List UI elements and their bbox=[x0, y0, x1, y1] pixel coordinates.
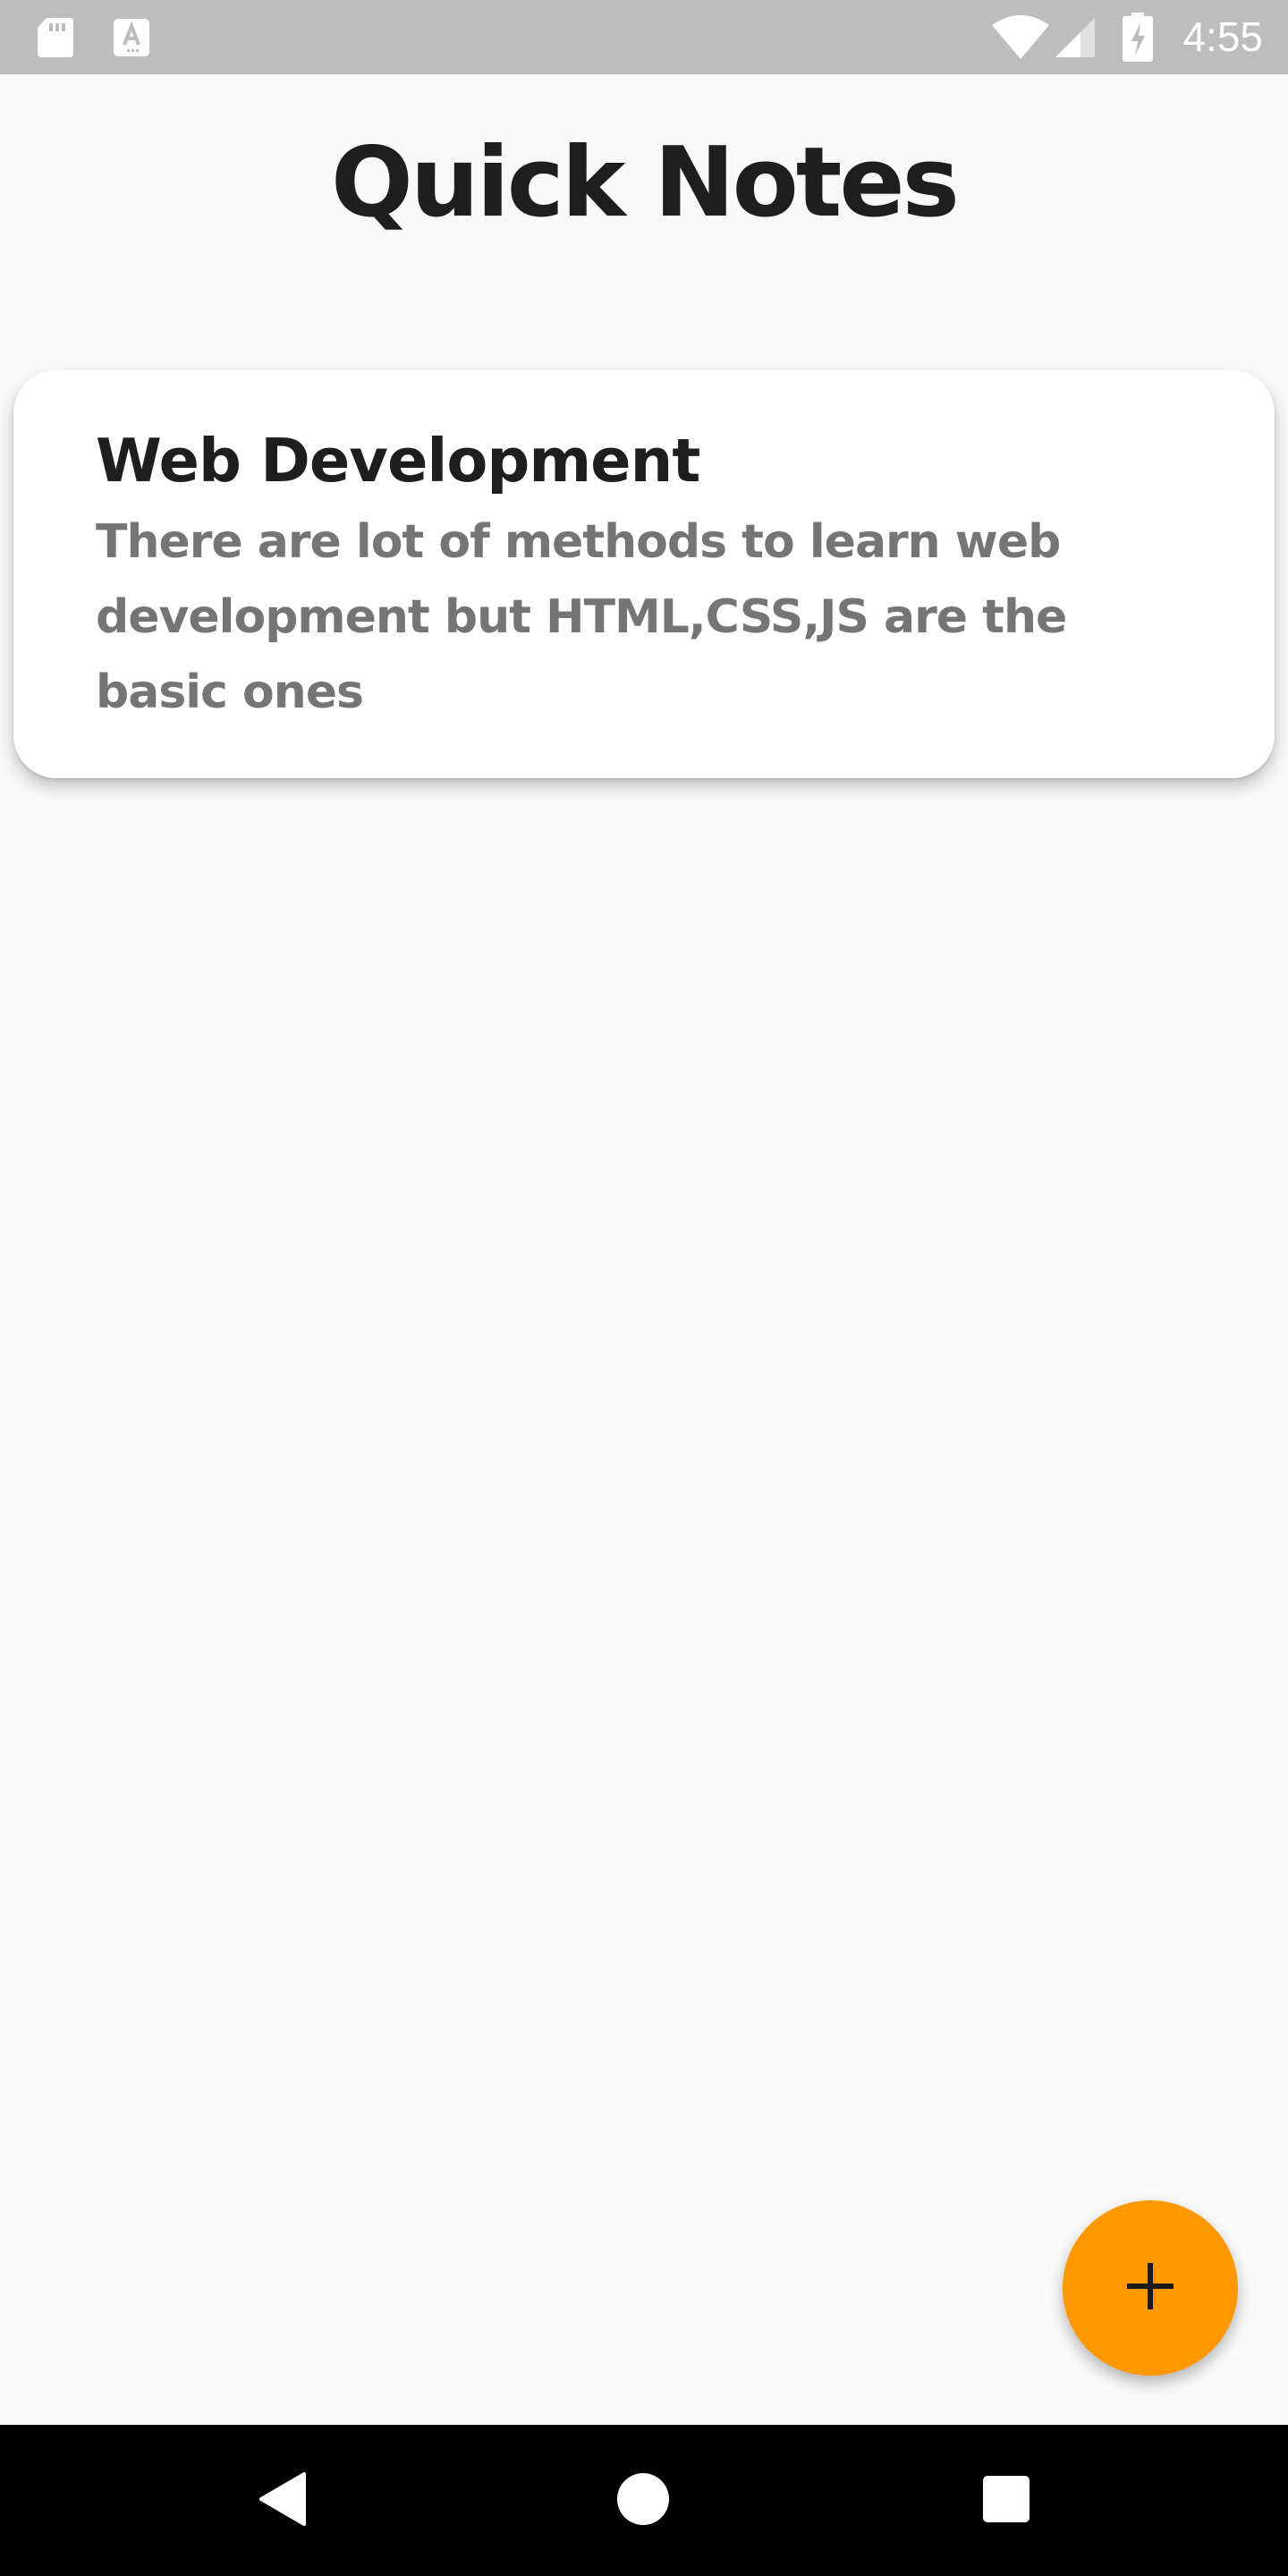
add-note-button[interactable] bbox=[1063, 2200, 1238, 2376]
home-button[interactable] bbox=[612, 2470, 674, 2532]
back-button[interactable] bbox=[251, 2470, 314, 2532]
note-body: There are lot of methods to learn web de… bbox=[96, 515, 1067, 719]
plus-icon bbox=[1125, 2261, 1175, 2315]
keyboard-a-icon bbox=[113, 18, 150, 61]
status-bar: 4:55 bbox=[0, 0, 1288, 74]
battery-charging-icon bbox=[1122, 13, 1154, 66]
wifi-icon bbox=[991, 14, 1050, 63]
back-icon bbox=[256, 2470, 309, 2531]
note-card[interactable]: Web Development There are lot of methods… bbox=[13, 370, 1275, 778]
page-title: Quick Notes bbox=[331, 127, 960, 239]
note-title: Web Development bbox=[96, 426, 700, 496]
home-icon bbox=[615, 2471, 671, 2530]
navigation-bar bbox=[0, 2425, 1288, 2576]
recents-icon bbox=[981, 2474, 1031, 2528]
status-time: 4:55 bbox=[1182, 13, 1263, 60]
signal-icon bbox=[1054, 16, 1097, 63]
recents-button[interactable] bbox=[975, 2470, 1038, 2532]
sd-card-icon bbox=[36, 16, 75, 63]
